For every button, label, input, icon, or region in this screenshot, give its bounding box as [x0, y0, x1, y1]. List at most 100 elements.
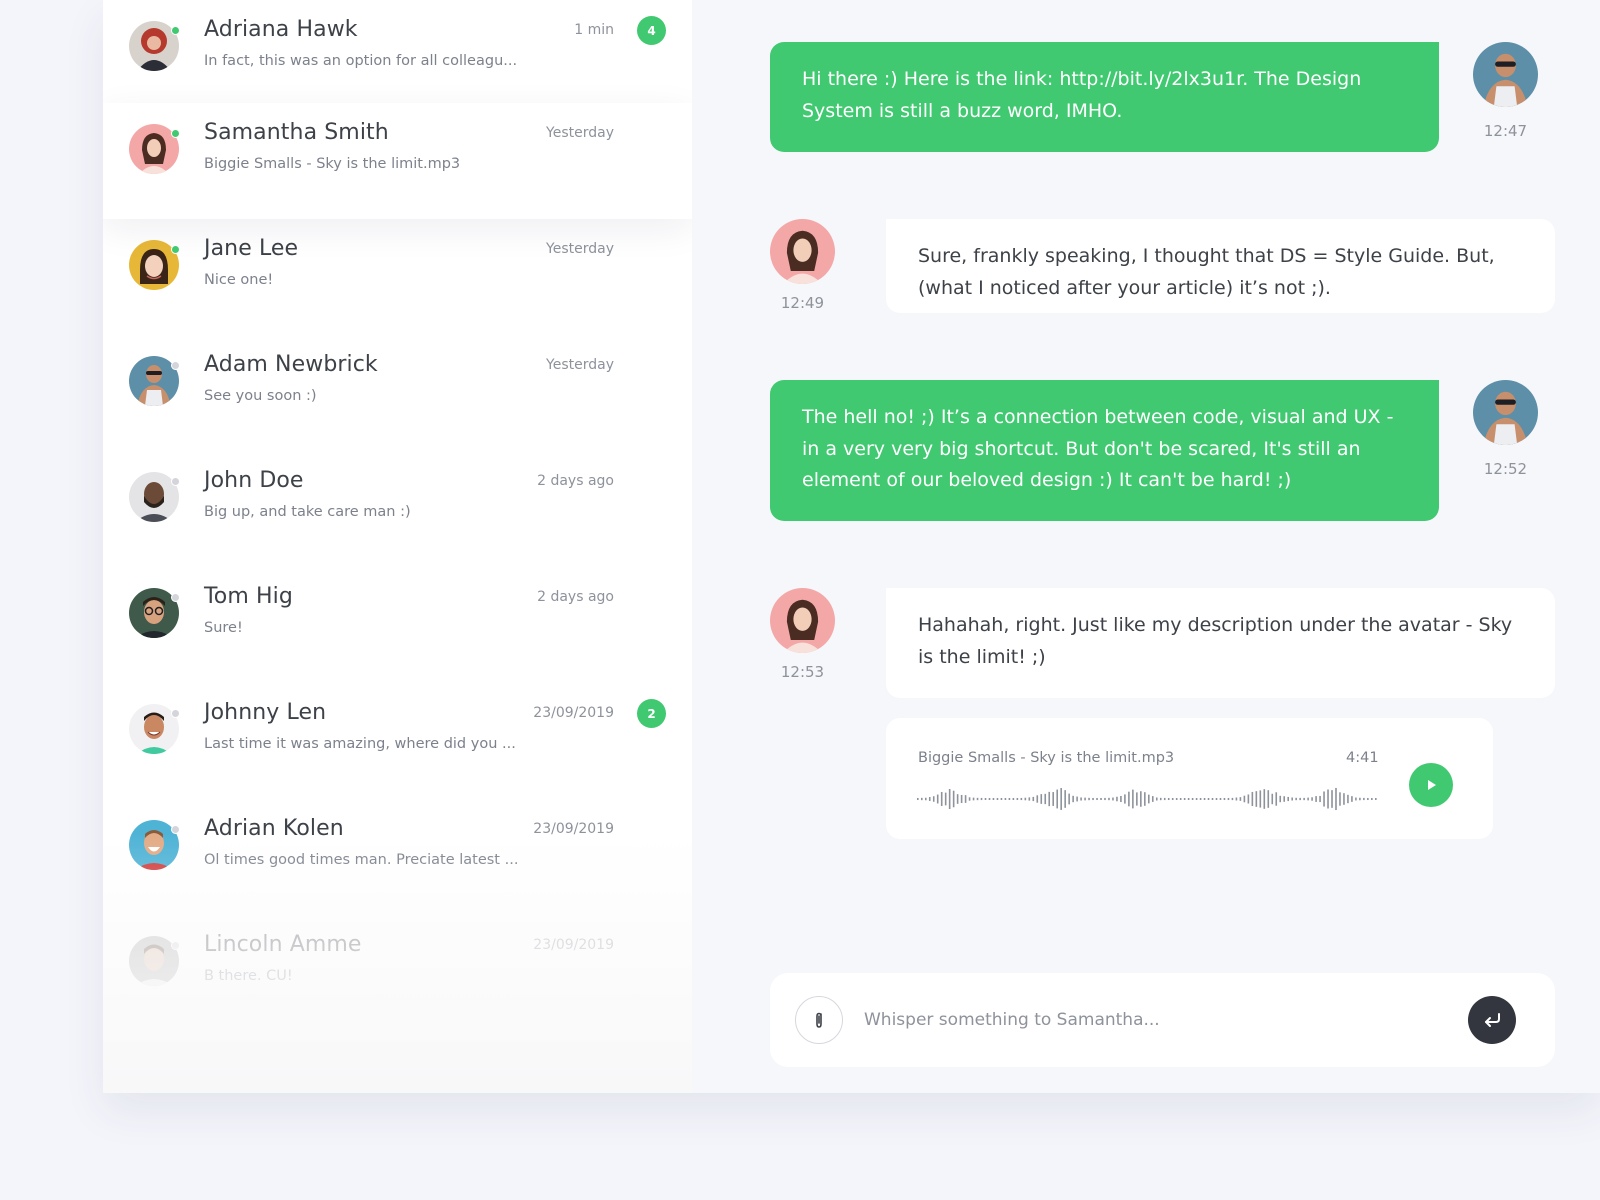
- contact-item-adrian-kolen[interactable]: Adrian Kolen Ol times good times man. Pr…: [103, 799, 692, 915]
- waveform-bar: [1148, 794, 1150, 804]
- waveform-bar: [1367, 797, 1369, 801]
- contact-message-preview: B there. CU!: [204, 968, 293, 984]
- offline-status-indicator: [171, 593, 180, 602]
- waveform-bar: [1124, 794, 1126, 804]
- online-status-indicator: [171, 26, 180, 35]
- waveform-bar: [1267, 790, 1270, 808]
- contact-item-jane-lee[interactable]: Jane Lee Nice one! Yesterday: [103, 219, 692, 335]
- message-timestamp: 12:52: [1483, 460, 1528, 478]
- contact-name: Tom Hig: [204, 584, 293, 609]
- waveform-bar: [960, 794, 963, 804]
- contact-item-samantha-smith[interactable]: Samantha Smith Biggie Smalls - Sky is th…: [103, 103, 692, 219]
- waveform-bar: [956, 794, 959, 804]
- attach-button[interactable]: [795, 996, 843, 1044]
- waveform-bar: [1040, 794, 1043, 804]
- offline-status-indicator: [171, 361, 180, 370]
- waveform-bar: [964, 795, 967, 803]
- contact-timestamp: 2 days ago: [537, 589, 614, 605]
- waveform-bar: [1239, 797, 1242, 801]
- waveform-bar: [1299, 797, 1301, 801]
- waveform-bar: [1068, 793, 1070, 805]
- waveform-bar: [1335, 787, 1337, 811]
- waveform-bar: [996, 798, 999, 800]
- waveform-bar: [1112, 797, 1114, 801]
- offline-status-indicator: [171, 477, 180, 486]
- contact-timestamp: 23/09/2019: [533, 937, 614, 953]
- contact-item-johnny-len[interactable]: Johnny Len Last time it was amazing, whe…: [103, 683, 692, 799]
- contact-timestamp: Yesterday: [546, 241, 614, 257]
- waveform-bar: [948, 789, 951, 809]
- message-timestamp: 12:53: [780, 663, 825, 681]
- contact-message-preview: Last time it was amazing, where did you …: [204, 736, 516, 752]
- contact-name: Samantha Smith: [204, 120, 389, 145]
- waveform-bar: [928, 797, 931, 801]
- incoming-message-bubble: Hahahah, right. Just like my description…: [886, 588, 1555, 698]
- waveform-bar: [1375, 798, 1377, 800]
- contact-message-preview: Ol times good times man. Preciate latest…: [204, 852, 519, 868]
- contact-item-adam-newbrick[interactable]: Adam Newbrick See you soon :) Yesterday: [103, 335, 692, 451]
- waveform-bar: [1163, 797, 1166, 801]
- waveform-bar: [1243, 795, 1246, 803]
- my-avatar: [1473, 42, 1538, 107]
- contact-name: Adam Newbrick: [204, 352, 378, 377]
- waveform-bar: [972, 797, 975, 801]
- waveform-bar: [920, 797, 923, 801]
- contact-avatar: [770, 219, 835, 284]
- waveform-bar: [1024, 797, 1027, 801]
- outgoing-message-bubble: The hell no! ;) It’s a connection betwee…: [770, 380, 1439, 521]
- waveform-bar: [1199, 798, 1202, 800]
- contact-message-preview: Sure!: [204, 620, 243, 636]
- waveform-bar: [1092, 797, 1094, 801]
- waveform-bar: [952, 790, 955, 808]
- contact-item-adriana-hawk[interactable]: Adriana Hawk In fact, this was an option…: [103, 0, 692, 116]
- paperclip-icon: [816, 1012, 822, 1028]
- waveform-bar: [1371, 798, 1373, 801]
- waveform-bar: [1088, 797, 1090, 801]
- contact-item-lincoln-amme[interactable]: Lincoln Amme B there. CU! 23/09/2019: [103, 915, 692, 1031]
- contact-item-john-doe[interactable]: John Doe Big up, and take care man :) 2 …: [103, 451, 692, 567]
- waveform-bar: [1255, 791, 1258, 807]
- audio-waveform[interactable]: [917, 784, 1379, 814]
- waveform-bar: [1175, 798, 1178, 800]
- waveform-bar: [1060, 788, 1062, 810]
- waveform-bar: [1032, 796, 1035, 802]
- online-status-indicator: [171, 129, 180, 138]
- waveform-bar: [1271, 793, 1274, 805]
- send-button[interactable]: [1468, 996, 1516, 1044]
- outgoing-message-bubble: Hi there :) Here is the link: http://bit…: [770, 42, 1439, 152]
- message-timestamp: 12:49: [780, 294, 825, 312]
- contact-name: Jane Lee: [204, 236, 299, 261]
- unread-count-badge: 4: [637, 16, 666, 45]
- waveform-bar: [1223, 797, 1226, 801]
- contact-message-preview: Big up, and take care man :): [204, 504, 411, 520]
- waveform-bar: [992, 798, 995, 800]
- messenger-app: Adriana Hawk In fact, this was an option…: [103, 0, 1600, 1093]
- waveform-bar: [1104, 797, 1106, 801]
- play-button[interactable]: [1409, 763, 1453, 807]
- waveform-bar: [1219, 798, 1222, 801]
- waveform-bar: [984, 797, 987, 801]
- waveform-bar: [1319, 795, 1321, 803]
- message-input[interactable]: [864, 1000, 1444, 1040]
- waveform-bar: [1183, 798, 1186, 800]
- waveform-bar: [944, 792, 947, 806]
- waveform-bar: [1052, 792, 1055, 806]
- enter-arrow-icon: [1485, 1013, 1500, 1027]
- unread-count-badge: 2: [637, 699, 666, 728]
- waveform-bar: [1084, 797, 1086, 801]
- waveform-bar: [1155, 797, 1158, 801]
- contact-name: Adrian Kolen: [204, 816, 344, 841]
- waveform-bar: [976, 797, 979, 801]
- waveform-bar: [1303, 797, 1305, 801]
- waveform-bar: [917, 797, 919, 801]
- waveform-bar: [1151, 796, 1154, 802]
- waveform-bar: [1207, 798, 1210, 800]
- incoming-message-bubble: Sure, frankly speaking, I thought that D…: [886, 219, 1555, 313]
- offline-status-indicator: [171, 941, 180, 950]
- contact-message-preview: In fact, this was an option for all coll…: [204, 53, 518, 69]
- my-avatar: [1473, 380, 1538, 445]
- contact-item-tom-hig[interactable]: Tom Hig Sure! 2 days ago: [103, 567, 692, 683]
- waveform-bar: [1140, 791, 1142, 807]
- waveform-bar: [1128, 791, 1130, 807]
- audio-duration: 4:41: [1346, 750, 1379, 766]
